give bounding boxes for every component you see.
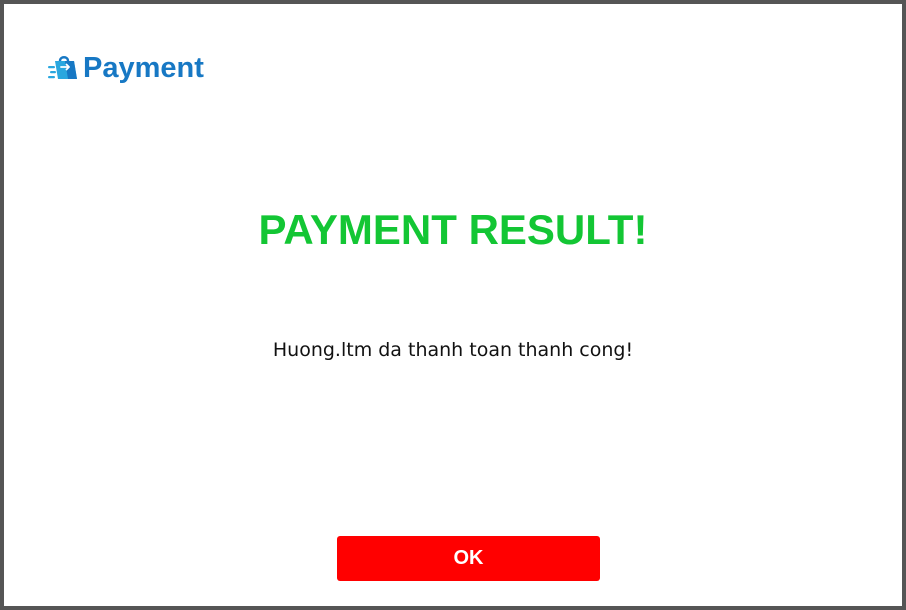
payment-result-window: Payment PAYMENT RESULT! Huong.ltm da tha… — [0, 0, 906, 610]
result-title: PAYMENT RESULT! — [258, 206, 648, 253]
shopping-bag-icon — [48, 56, 77, 79]
ok-button[interactable]: OK — [337, 536, 600, 581]
result-message: Huong.ltm da thanh toan thanh cong! — [272, 339, 634, 361]
brand-title: Payment — [83, 52, 204, 84]
brand-logo: Payment — [47, 52, 204, 84]
